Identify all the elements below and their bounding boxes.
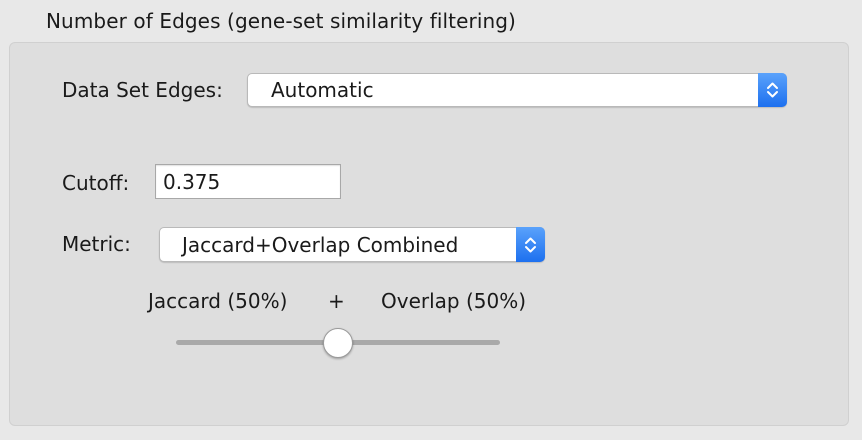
plus-label: +	[328, 289, 345, 313]
data-set-edges-value: Automatic	[271, 78, 374, 102]
cutoff-field[interactable]: 0.375	[155, 164, 341, 199]
cutoff-label: Cutoff:	[62, 171, 130, 195]
data-set-edges-stepper[interactable]	[758, 73, 787, 107]
group-title: Number of Edges (gene-set similarity fil…	[46, 9, 516, 33]
jaccard-overlap-slider-thumb[interactable]	[323, 328, 353, 358]
data-set-edges-select[interactable]: Automatic	[247, 73, 787, 107]
cutoff-value: 0.375	[163, 169, 221, 194]
metric-value: Jaccard+Overlap Combined	[182, 232, 459, 257]
metric-stepper[interactable]	[516, 227, 545, 262]
overlap-weight-label: Overlap (50%)	[381, 289, 527, 313]
up-down-chevron-icon	[767, 82, 778, 98]
up-down-chevron-icon	[525, 237, 536, 252]
metric-select[interactable]: Jaccard+Overlap Combined	[159, 227, 545, 262]
data-set-edges-label: Data Set Edges:	[62, 78, 223, 102]
jaccard-weight-label: Jaccard (50%)	[148, 289, 288, 313]
metric-label: Metric:	[62, 232, 131, 256]
